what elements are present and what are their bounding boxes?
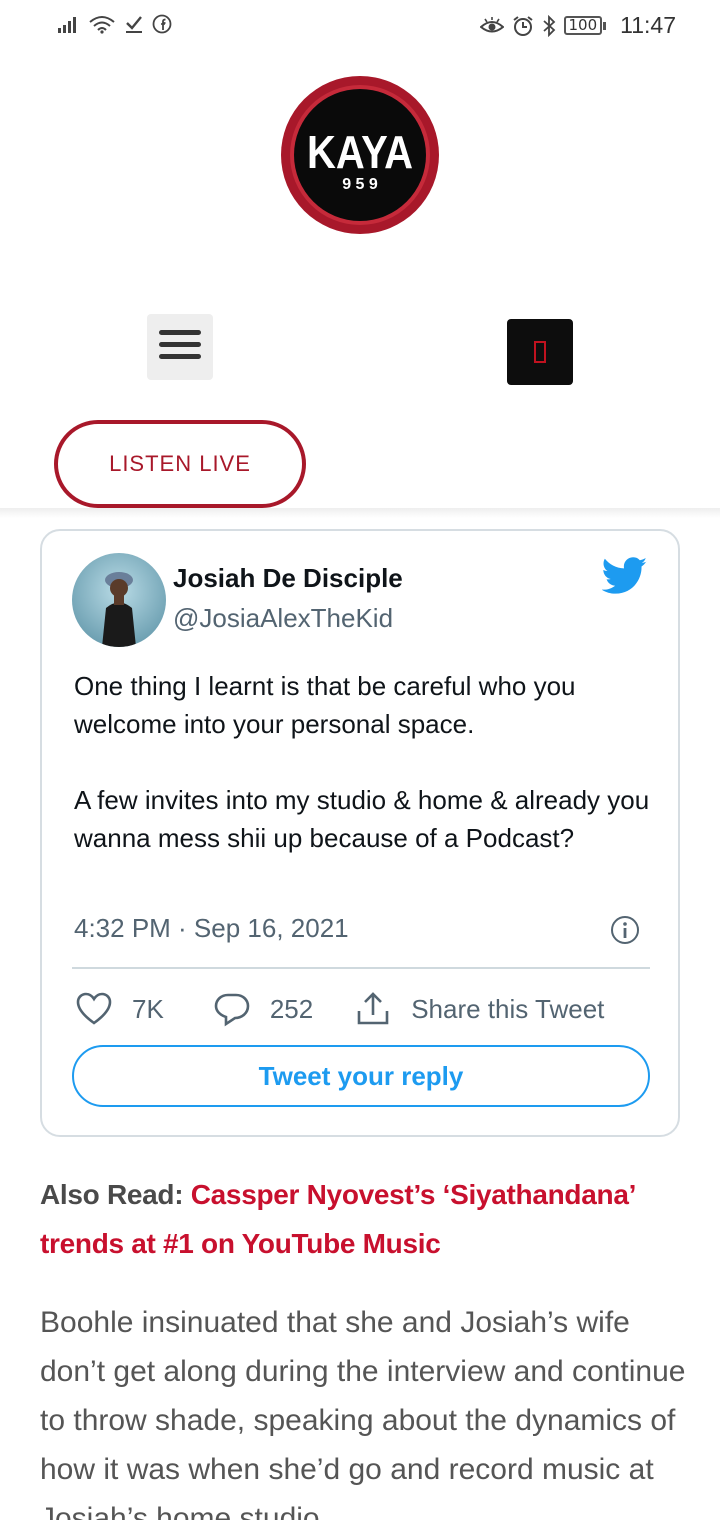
also-read: Also Read: Cassper Nyovest’s ‘Siyathanda… <box>40 1170 680 1268</box>
tweet-actions: 7K 252 Share this Tweet <box>76 987 604 1031</box>
reply-count: 252 <box>269 993 314 1024</box>
info-icon[interactable] <box>610 915 640 950</box>
tweet-reply-button[interactable]: Tweet your reply <box>72 1045 650 1107</box>
tweet-embed[interactable]: Josiah De Disciple @JosiaAlexTheKid One … <box>40 529 680 1137</box>
download-check-icon <box>124 14 144 34</box>
like-count: 7K <box>132 993 164 1024</box>
signal-icon <box>58 15 80 33</box>
search-button[interactable] <box>507 319 573 385</box>
battery-indicator: 100 <box>563 16 606 35</box>
bluetooth-icon <box>542 14 556 37</box>
wifi-icon <box>88 14 116 34</box>
eye-comfort-icon <box>479 16 504 35</box>
status-time: 11:47 <box>620 12 676 38</box>
logo-subtext: 9 5 9 <box>342 176 378 193</box>
tweet-author-name[interactable]: Josiah De Disciple <box>173 563 403 594</box>
reply-action[interactable]: 252 <box>214 991 313 1027</box>
also-read-prefix: Also Read: <box>40 1179 191 1210</box>
comment-icon <box>214 991 250 1027</box>
tweet-author-handle[interactable]: @JosiaAlexTheKid <box>173 603 393 634</box>
menu-button[interactable] <box>147 314 213 380</box>
hamburger-icon <box>159 329 201 365</box>
facebook-icon <box>152 14 172 34</box>
tweet-author-avatar[interactable] <box>72 553 166 647</box>
like-action[interactable]: 7K <box>76 992 164 1026</box>
article-paragraph: Boohle insinuated that she and Josiah’s … <box>40 1306 686 1520</box>
alarm-icon <box>512 15 534 37</box>
header-divider <box>0 508 720 518</box>
heart-icon <box>76 992 112 1026</box>
kaya-959-logo[interactable]: KAYA 9 5 9 <box>280 75 440 235</box>
share-action[interactable]: Share this Tweet <box>355 991 604 1027</box>
status-right-icons: 100 11:47 <box>479 12 676 39</box>
share-label: Share this Tweet <box>411 993 605 1024</box>
share-icon <box>355 991 391 1027</box>
tweet-text: One thing I learnt is that be careful wh… <box>74 671 650 853</box>
status-left-icons <box>58 14 172 34</box>
status-bar: 100 11:47 <box>0 0 720 56</box>
logo-text: KAYA <box>307 128 413 179</box>
twitter-bird-icon[interactable] <box>601 557 648 600</box>
search-icon <box>534 341 546 363</box>
tweet-divider <box>72 967 650 969</box>
listen-live-button[interactable]: LISTEN LIVE <box>54 420 306 508</box>
tweet-timestamp[interactable]: 4:32 PM · Sep 16, 2021 <box>74 913 349 944</box>
